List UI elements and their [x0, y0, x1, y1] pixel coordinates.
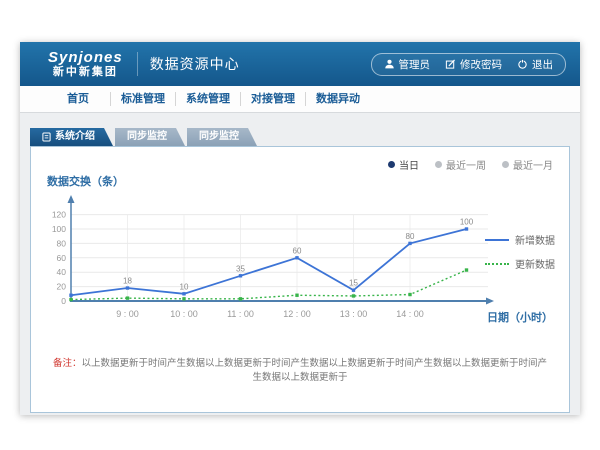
- footnote-text: 以上数据更新于时间产生数据以上数据更新于时间产生数据以上数据更新于时间产生数据以…: [82, 358, 548, 383]
- tab-2[interactable]: 同步监控: [115, 128, 185, 146]
- logo-wordmark: Synjones: [48, 50, 123, 65]
- user-icon: [384, 58, 395, 70]
- radio-dot-icon: [435, 161, 442, 168]
- chart-panel: 当日 最近一周 最近一月 数据交换（条） 0 20 40 60 80 100 120 9 : 00…: [30, 146, 570, 413]
- site-window: Synjones 新中新集团 数据资源中心 管理员 修改密码: [20, 42, 580, 415]
- radio-dot-icon: [388, 161, 395, 168]
- tab-label: 系统介绍: [55, 128, 95, 146]
- period-option-1[interactable]: 当日: [388, 157, 419, 172]
- header-divider: [137, 52, 138, 76]
- content-area: 系统介绍 同步监控 同步监控 当日 最近一周 最近一月 数据交换（条） 0 20 40 60 8…: [20, 128, 580, 430]
- svg-text:10: 10: [180, 282, 189, 291]
- svg-text:14 : 00: 14 : 00: [396, 309, 424, 319]
- svg-text:60: 60: [293, 246, 302, 255]
- app-title: 数据资源中心: [150, 54, 240, 74]
- svg-text:18: 18: [123, 277, 132, 286]
- brand-logo[interactable]: Synjones 新中新集团: [48, 50, 123, 78]
- legend-label: 新增数据: [515, 232, 555, 247]
- logo-company-name: 新中新集团: [53, 67, 118, 78]
- footnote: 备注：以上数据更新于时间产生数据以上数据更新于时间产生数据以上数据更新于时间产生…: [31, 355, 569, 383]
- radio-dot-icon: [502, 161, 509, 168]
- period-label: 最近一月: [513, 157, 553, 172]
- svg-text:12 : 00: 12 : 00: [283, 309, 311, 319]
- change-password-label: 修改密码: [460, 57, 502, 72]
- tab-1[interactable]: 系统介绍: [30, 128, 113, 146]
- chart-legend: 新增数据更新数据: [485, 232, 555, 271]
- page-background: Synjones 新中新集团 数据资源中心 管理员 修改密码: [0, 0, 600, 450]
- svg-text:15: 15: [349, 279, 358, 288]
- user-name-button[interactable]: 管理员: [384, 57, 431, 72]
- tab-label: 同步监控: [127, 128, 167, 146]
- tab-3[interactable]: 同步监控: [187, 128, 257, 146]
- power-icon: [517, 58, 528, 70]
- period-label: 当日: [399, 157, 419, 172]
- user-menu: 管理员 修改密码 退出: [371, 53, 567, 76]
- tab-bar: 系统介绍 同步监控 同步监控: [30, 128, 580, 146]
- legend-item-2[interactable]: 更新数据: [485, 256, 555, 271]
- svg-text:0: 0: [61, 296, 66, 306]
- svg-text:80: 80: [57, 238, 67, 248]
- nav-item-2[interactable]: 标准管理: [111, 92, 176, 106]
- svg-text:80: 80: [406, 232, 415, 241]
- svg-text:11 : 00: 11 : 00: [227, 309, 254, 319]
- svg-text:10 : 00: 10 : 00: [170, 309, 198, 319]
- main-nav: 首页标准管理系统管理对接管理数据异动: [20, 86, 580, 113]
- legend-line-sample: [485, 239, 509, 241]
- change-password-button[interactable]: 修改密码: [445, 57, 502, 72]
- svg-text:35: 35: [236, 264, 245, 273]
- nav-item-4[interactable]: 对接管理: [241, 92, 306, 106]
- svg-text:9 : 00: 9 : 00: [116, 309, 139, 319]
- logout-label: 退出: [532, 57, 553, 72]
- svg-text:60: 60: [57, 253, 67, 263]
- period-option-3[interactable]: 最近一月: [502, 157, 553, 172]
- y-axis-title: 数据交换（条）: [47, 173, 124, 189]
- legend-line-sample: [485, 263, 509, 265]
- legend-item-1[interactable]: 新增数据: [485, 232, 555, 247]
- period-label: 最近一周: [446, 157, 486, 172]
- user-name-label: 管理员: [399, 57, 431, 72]
- app-header: Synjones 新中新集团 数据资源中心 管理员 修改密码: [20, 42, 580, 86]
- period-filter: 当日 最近一周 最近一月: [388, 157, 553, 172]
- footnote-label: 备注：: [53, 358, 82, 369]
- svg-text:100: 100: [52, 224, 66, 234]
- nav-item-3[interactable]: 系统管理: [176, 92, 241, 106]
- document-icon: [42, 132, 51, 142]
- nav-item-1[interactable]: 首页: [46, 92, 111, 106]
- svg-text:120: 120: [52, 210, 66, 220]
- line-chart: 0 20 40 60 80 100 120 9 : 00 10 : 00 11 : 00 12 : …: [43, 189, 501, 325]
- tab-label: 同步监控: [199, 128, 239, 146]
- logout-button[interactable]: 退出: [517, 57, 553, 72]
- legend-label: 更新数据: [515, 256, 555, 271]
- svg-text:20: 20: [57, 282, 67, 292]
- nav-item-5[interactable]: 数据异动: [306, 92, 370, 106]
- period-option-2[interactable]: 最近一周: [435, 157, 486, 172]
- x-axis-title: 日期（小时）: [487, 309, 553, 325]
- svg-text:100: 100: [460, 218, 474, 227]
- svg-text:40: 40: [57, 267, 67, 277]
- edit-icon: [445, 58, 456, 70]
- svg-text:13 : 00: 13 : 00: [340, 309, 368, 319]
